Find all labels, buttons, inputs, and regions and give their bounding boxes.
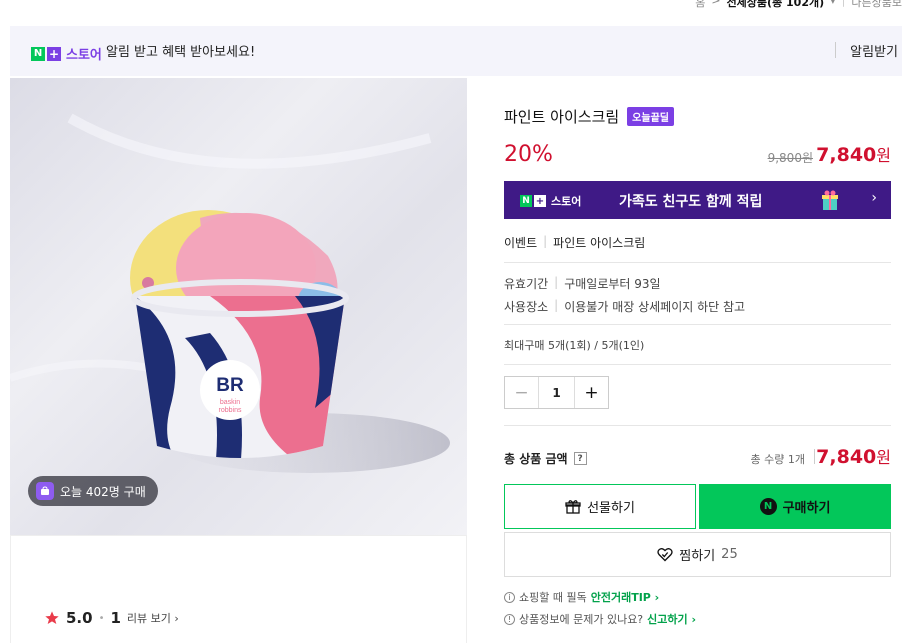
alarm-button[interactable]: 알림받기 xyxy=(850,41,898,60)
wishlist-label: 찜하기 xyxy=(679,549,716,564)
safety-tip-row: i 쇼핑할 때 필독 안전거래TIP › xyxy=(504,589,659,605)
total-price: 7,840원 xyxy=(816,446,891,468)
sale-price: 7,840원 xyxy=(816,144,891,166)
event-row: 이벤트 | 파인트 아이스크림 xyxy=(504,234,646,250)
expiry-label: 유효기간 xyxy=(504,277,549,291)
chevron-right-icon: › xyxy=(871,190,877,206)
total-quantity: 총 수량 1개 xyxy=(750,453,805,466)
naver-n-icon: N xyxy=(520,195,532,207)
nplus-promo-banner[interactable]: N + 스토어 가족도 친구도 함께 적립 › xyxy=(504,181,891,219)
nplus-store-logo: N + 스토어 xyxy=(520,193,581,209)
other-products-link[interactable]: 다른상품보 xyxy=(851,0,902,10)
wishlist-button[interactable]: 찜하기 25 xyxy=(504,532,891,577)
nplus-store-logo: N + 스토어 xyxy=(31,44,102,63)
help-icon[interactable]: ? xyxy=(573,452,587,465)
rating-summary: 5.0 • 1 리뷰 보기 › xyxy=(44,609,179,627)
promo-text: 가족도 친구도 함께 적립 xyxy=(619,194,763,210)
brand-initials: BR xyxy=(216,375,244,396)
place-row: 사용장소 | 이용불가 매장 상세페이지 하단 참고 xyxy=(504,298,746,314)
naver-n-icon: N xyxy=(31,46,45,61)
wishlist-count: 25 xyxy=(721,547,738,562)
notification-banner: N + 스토어 알림 받고 혜택 받아보세요! 알림받기 xyxy=(10,26,902,76)
discount-rate: 20% xyxy=(504,142,553,167)
breadcrumb-category[interactable]: 전체상품(총 102개) xyxy=(727,0,825,10)
quantity-decrease-button[interactable]: − xyxy=(505,377,538,408)
deal-badge: 오늘끝딜 xyxy=(627,107,674,126)
chevron-down-icon[interactable]: ▾ xyxy=(830,0,836,10)
review-count: 1 xyxy=(110,609,121,627)
quantity-stepper: − 1 + xyxy=(504,376,609,409)
brand-line1: baskin xyxy=(220,399,240,406)
buy-button[interactable]: N 구매하기 xyxy=(699,484,891,529)
event-label: 이벤트 xyxy=(504,236,538,250)
today-buy-count-badge: 오늘 402명 구매 xyxy=(28,476,158,506)
expiry-value: 구매일로부터 93일 xyxy=(564,277,661,291)
report-row: ! 상품정보에 문제가 있나요? 신고하기 › xyxy=(504,611,696,627)
original-price: 9,800원 xyxy=(767,151,813,165)
buy-button-label: 구매하기 xyxy=(782,501,831,516)
shopping-bag-icon xyxy=(36,482,54,500)
quantity-input[interactable]: 1 xyxy=(538,377,575,408)
plus-icon: + xyxy=(534,195,546,207)
report-link[interactable]: 신고하기 › xyxy=(647,611,696,627)
alert-icon: ! xyxy=(504,613,515,625)
total-label-row: 총 상품 금액 ? xyxy=(504,450,587,467)
info-icon: i xyxy=(504,591,515,603)
review-link[interactable]: 리뷰 보기 › xyxy=(127,610,179,626)
plus-icon: + xyxy=(47,46,61,61)
gift-icon xyxy=(565,499,581,514)
place-label: 사용장소 xyxy=(504,300,549,314)
store-label: 스토어 xyxy=(66,48,102,63)
banner-message: 알림 받고 혜택 받아보세요! xyxy=(106,45,256,60)
product-image[interactable]: BR baskin robbins 오늘 402명 구매 xyxy=(10,78,467,535)
ice-cream-pint-image: BR baskin robbins xyxy=(10,113,450,473)
product-title-row: 파인트 아이스크림 오늘끝딜 xyxy=(504,106,674,127)
max-purchase-info: 최대구매 5개(1회) / 5개(1인) xyxy=(504,339,645,352)
star-icon xyxy=(45,611,59,624)
heart-icon xyxy=(657,548,673,562)
safe-trade-tip-link[interactable]: 안전거래TIP › xyxy=(591,589,660,605)
breadcrumb-arrow-icon: > xyxy=(711,0,721,7)
place-value: 이용불가 매장 상세페이지 하단 참고 xyxy=(564,300,746,314)
gift-button-label: 선물하기 xyxy=(587,501,635,516)
event-value: 파인트 아이스크림 xyxy=(553,236,646,250)
buy-count-text: 오늘 402명 구매 xyxy=(60,484,146,499)
product-title: 파인트 아이스크림 xyxy=(504,108,620,126)
expiry-row: 유효기간 | 구매일로부터 93일 xyxy=(504,275,661,291)
quantity-increase-button[interactable]: + xyxy=(575,377,608,408)
breadcrumb-home[interactable]: 홈 xyxy=(695,0,705,10)
gift-button[interactable]: 선물하기 xyxy=(504,484,696,529)
total-label: 총 상품 금액 xyxy=(504,452,568,466)
rating-score: 5.0 xyxy=(66,609,93,627)
naver-pay-icon: N xyxy=(759,498,777,515)
gift-box-icon xyxy=(820,189,840,215)
brand-line2: robbins xyxy=(219,407,242,414)
top-breadcrumb: 홈 > 전체상품(총 102개) ▾ | 다른상품보 xyxy=(0,0,902,18)
